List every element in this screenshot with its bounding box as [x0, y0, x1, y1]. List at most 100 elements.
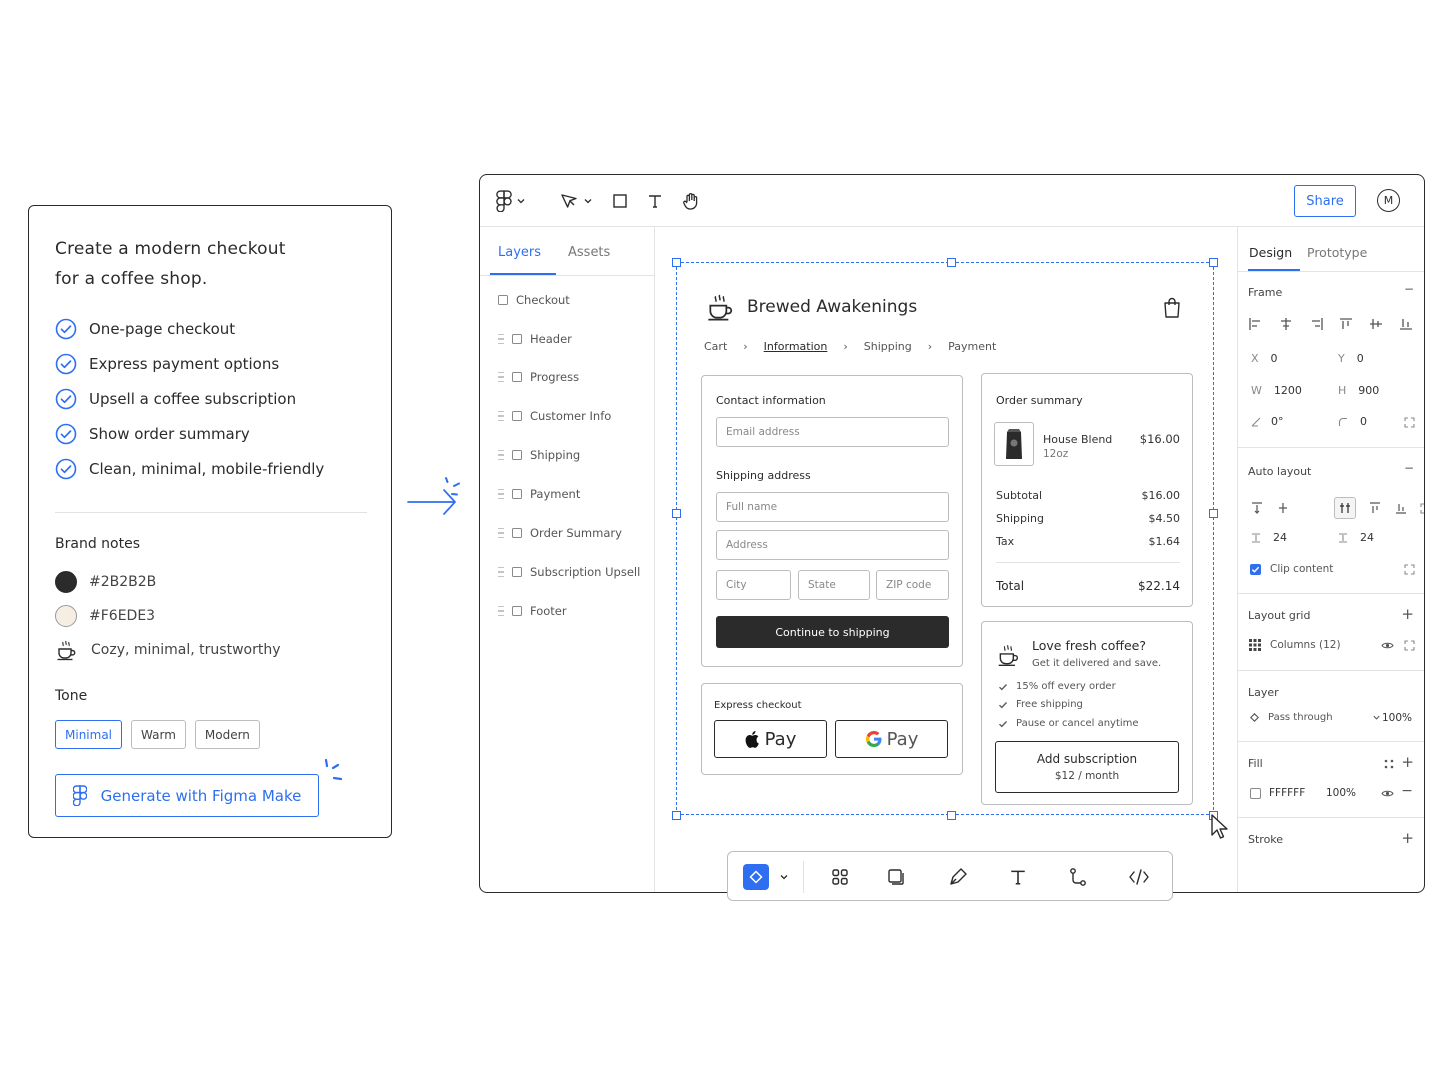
clip-content-toggle[interactable]: Clip content — [1250, 563, 1333, 575]
drag-handle-icon[interactable] — [498, 528, 504, 538]
add-subscription-button[interactable]: Add subscription $12 / month — [995, 741, 1179, 793]
layer-row[interactable]: Subscription Upsell — [498, 562, 640, 582]
align-middle-icon[interactable] — [1368, 317, 1384, 331]
frame-icon[interactable] — [887, 868, 905, 886]
share-button[interactable]: Share — [1294, 185, 1356, 217]
resize-handle[interactable] — [672, 811, 681, 820]
x-field[interactable]: X0 — [1251, 352, 1278, 365]
address-field[interactable]: Address — [716, 530, 949, 560]
text-tool-icon[interactable] — [1009, 868, 1027, 886]
zip-field[interactable]: ZIP code — [876, 570, 949, 600]
align-center-icon[interactable] — [1278, 317, 1294, 331]
tone-chip-modern[interactable]: Modern — [194, 720, 260, 749]
frame-tool-button[interactable] — [612, 189, 628, 213]
drag-handle-icon[interactable] — [498, 411, 504, 421]
fill-opacity[interactable]: 100% — [1326, 787, 1356, 799]
component-icon[interactable] — [831, 868, 849, 886]
drag-handle-icon[interactable] — [498, 489, 504, 499]
layer-checkbox[interactable] — [512, 372, 522, 382]
resize-handle[interactable] — [947, 811, 956, 820]
email-field[interactable]: Email address — [716, 417, 949, 447]
expand-corners-icon[interactable] — [1420, 502, 1425, 514]
resize-handle[interactable] — [672, 258, 681, 267]
generate-button[interactable]: Generate with Figma Make — [55, 774, 319, 817]
tab-assets[interactable]: Assets — [568, 245, 610, 260]
layer-checkbox[interactable] — [512, 334, 522, 344]
expand-corners-icon[interactable] — [1404, 640, 1415, 651]
layer-row[interactable]: Order Summary — [498, 523, 622, 543]
rotation-field[interactable]: 0° — [1251, 415, 1284, 428]
main-menu-button[interactable] — [496, 189, 526, 213]
text-tool-button[interactable] — [647, 189, 663, 213]
eye-icon[interactable] — [1381, 789, 1394, 798]
layer-row[interactable]: Header — [498, 329, 572, 349]
code-icon[interactable] — [1128, 868, 1150, 886]
state-field[interactable]: State — [798, 570, 870, 600]
city-field[interactable]: City — [716, 570, 791, 600]
gap-field[interactable]: 24 — [1251, 531, 1287, 544]
expand-corners-icon[interactable] — [1404, 564, 1415, 575]
collapse-icon[interactable]: − — [1404, 461, 1414, 475]
layer-checkbox[interactable] — [512, 528, 522, 538]
breadcrumb-payment[interactable]: Payment — [948, 340, 996, 353]
blend-mode-select[interactable]: Pass through — [1250, 712, 1381, 723]
breadcrumb-cart[interactable]: Cart — [704, 340, 727, 353]
styles-grid-icon[interactable] — [1384, 759, 1394, 769]
padding-field[interactable]: 24 — [1338, 531, 1374, 544]
layer-row[interactable]: Shipping — [498, 445, 580, 465]
layer-row[interactable]: Progress — [498, 367, 579, 387]
fill-row[interactable]: FFFFFF — [1250, 787, 1305, 799]
pen-tool-icon[interactable] — [948, 867, 968, 887]
drag-handle-icon[interactable] — [498, 334, 504, 344]
layer-opacity[interactable]: 100% — [1382, 712, 1412, 724]
grid-row[interactable]: Columns (12) — [1249, 639, 1341, 651]
tone-chip-minimal[interactable]: Minimal — [55, 720, 123, 749]
drag-handle-icon[interactable] — [498, 606, 504, 616]
resize-handle[interactable] — [947, 258, 956, 267]
layer-checkbox[interactable] — [512, 489, 522, 499]
layer-row-root[interactable]: Checkout — [498, 290, 570, 310]
tone-chip-warm[interactable]: Warm — [131, 720, 186, 749]
direction-right-icon[interactable] — [1276, 501, 1290, 515]
continue-to-shipping-button[interactable]: Continue to shipping — [716, 616, 949, 648]
align-bottom-icon[interactable] — [1398, 317, 1414, 331]
align-right-icon[interactable] — [1308, 317, 1324, 331]
align-distribute-button[interactable] — [1334, 497, 1356, 519]
move-tool-button[interactable] — [559, 189, 593, 213]
expand-corners-icon[interactable] — [1404, 417, 1415, 428]
layer-checkbox[interactable] — [512, 450, 522, 460]
hand-tool-button[interactable] — [681, 189, 701, 213]
layer-checkbox[interactable] — [512, 411, 522, 421]
fill-swatch[interactable] — [1250, 787, 1261, 799]
y-field[interactable]: Y0 — [1338, 352, 1364, 365]
drag-handle-icon[interactable] — [498, 450, 504, 460]
corner-radius-field[interactable]: 0 — [1338, 415, 1367, 428]
breadcrumb-shipping[interactable]: Shipping — [864, 340, 912, 353]
layer-checkbox[interactable] — [498, 295, 508, 305]
width-field[interactable]: W 1200 — [1251, 384, 1302, 397]
collapse-icon[interactable]: − — [1404, 282, 1414, 296]
full-name-field[interactable]: Full name — [716, 492, 949, 522]
align-bottom-edge-icon[interactable] — [1394, 501, 1408, 515]
checkbox-checked[interactable] — [1250, 563, 1261, 575]
direction-down-icon[interactable] — [1250, 501, 1264, 515]
shopping-bag-icon[interactable] — [1163, 297, 1181, 319]
breadcrumb-information[interactable]: Information — [764, 340, 828, 353]
align-top-edge-icon[interactable] — [1368, 501, 1382, 515]
drag-handle-icon[interactable] — [498, 372, 504, 382]
avatar[interactable]: M — [1377, 189, 1400, 212]
resize-handle[interactable] — [1209, 258, 1218, 267]
add-icon[interactable]: + — [1401, 605, 1414, 623]
height-field[interactable]: H 900 — [1338, 384, 1379, 397]
chevron-down-icon[interactable] — [779, 872, 789, 882]
tab-design[interactable]: Design — [1249, 245, 1292, 260]
resize-handle[interactable] — [1209, 509, 1218, 518]
eye-icon[interactable] — [1381, 641, 1394, 650]
layer-checkbox[interactable] — [512, 567, 522, 577]
apple-pay-button[interactable]: Pay — [714, 720, 827, 758]
design-mode-button[interactable] — [743, 864, 769, 890]
tab-prototype[interactable]: Prototype — [1307, 245, 1367, 260]
connector-icon[interactable] — [1068, 867, 1088, 887]
google-pay-button[interactable]: Pay — [835, 720, 948, 758]
resize-handle[interactable] — [672, 509, 681, 518]
